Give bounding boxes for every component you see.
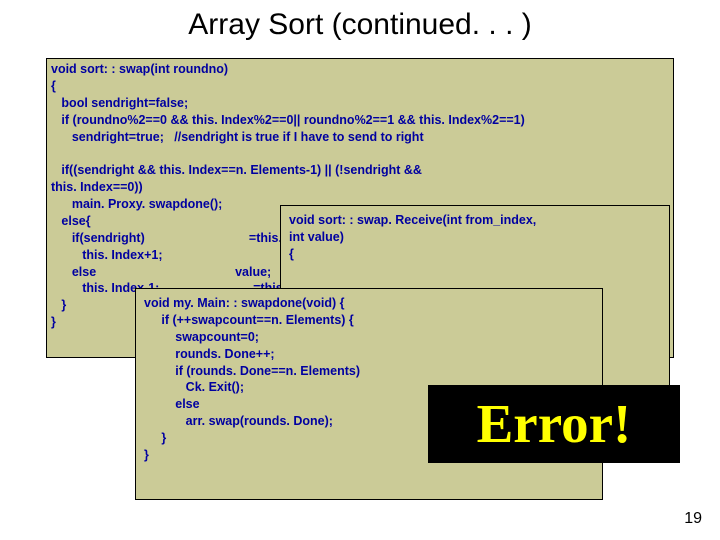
slide-title: Array Sort (continued. . . ) — [0, 0, 720, 50]
error-callout: Error! — [428, 385, 680, 463]
page-number: 19 — [684, 510, 702, 528]
